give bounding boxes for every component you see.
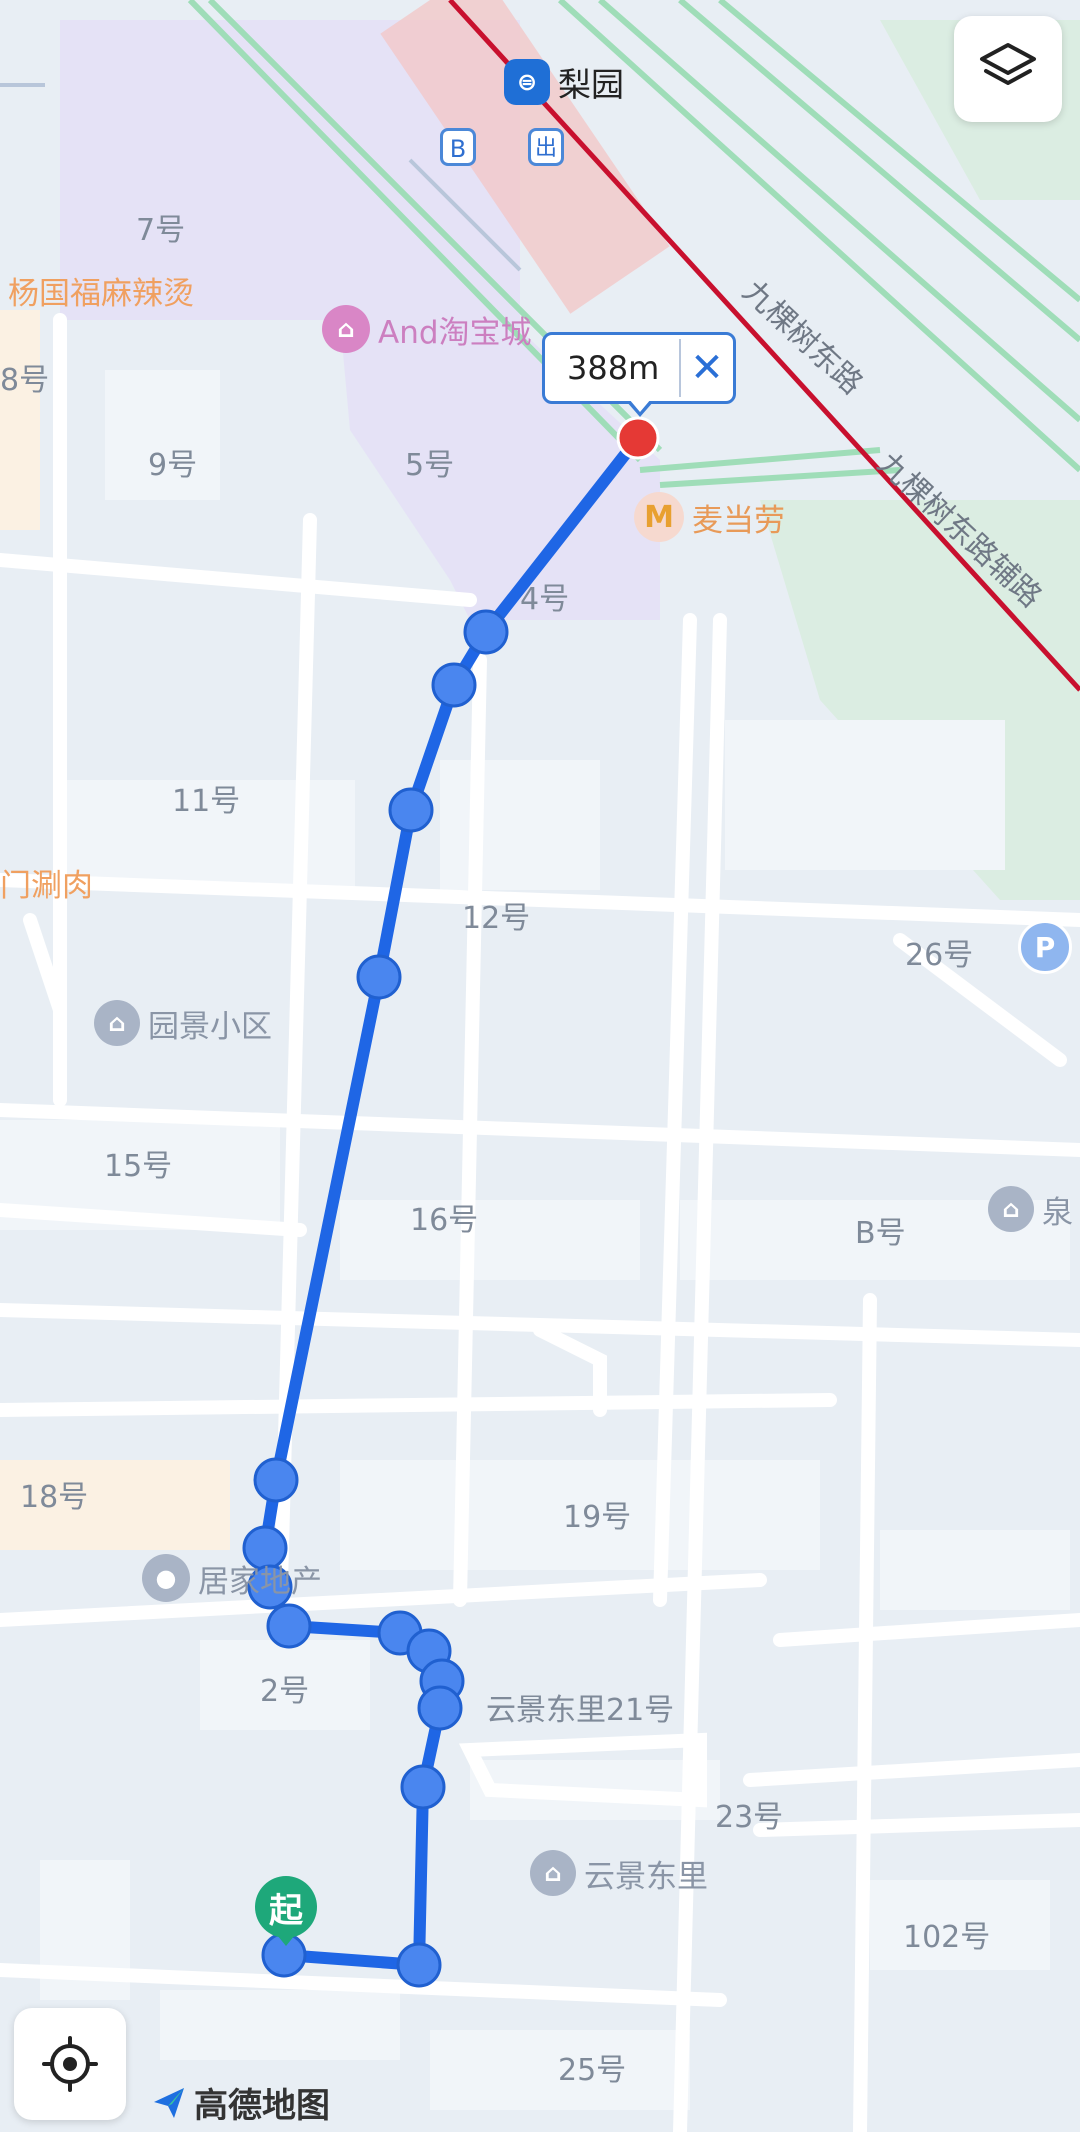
label-12: 12号 xyxy=(462,901,531,936)
label-19: 19号 xyxy=(563,1500,632,1535)
route-waypoint[interactable] xyxy=(266,1603,312,1649)
label-8: 8号 xyxy=(0,363,50,398)
route-waypoint[interactable] xyxy=(417,1685,463,1731)
label-25: 25号 xyxy=(558,2053,627,2088)
shopping-bag-icon: ⌂ xyxy=(322,305,370,353)
label-2: 2号 xyxy=(260,1674,310,1709)
station-marker[interactable]: ⊜ 梨园 xyxy=(504,58,624,106)
label-yunjing-21: 云景东里21号 xyxy=(486,1693,675,1728)
brand-logo: 高德地图 xyxy=(150,2078,330,2127)
route-waypoint[interactable] xyxy=(253,1457,299,1503)
mcdonalds-icon: M xyxy=(634,492,684,542)
label-4: 4号 xyxy=(520,582,570,617)
poi-mcdonalds-label: 麦当劳 xyxy=(692,502,785,539)
label-26: 26号 xyxy=(905,938,974,973)
label-b: B号 xyxy=(855,1216,906,1251)
poi-taobao-label: And淘宝城 xyxy=(378,314,532,351)
label-11: 11号 xyxy=(172,784,241,819)
subway-icon: ⊜ xyxy=(504,59,550,105)
poi-quan-label: 泉 xyxy=(1042,1194,1073,1231)
residential-icon: ⌂ xyxy=(94,1000,140,1046)
poi-mcdonalds[interactable]: M 麦当劳 xyxy=(634,492,785,542)
distance-bubble-tail-inner xyxy=(629,399,651,412)
amap-logo-icon xyxy=(154,2087,184,2118)
station-name: 梨园 xyxy=(558,65,624,104)
locate-icon xyxy=(42,2036,98,2092)
poi-yunjing[interactable]: ⌂ 云景东里 xyxy=(530,1850,708,1896)
poi-yuanjing-label: 园景小区 xyxy=(148,1008,272,1045)
brand-name: 高德地图 xyxy=(194,2086,330,2126)
route-waypoint[interactable] xyxy=(431,662,477,708)
distance-bubble: 388m ✕ xyxy=(542,332,736,404)
poi-taobao[interactable]: ⌂ And淘宝城 xyxy=(322,305,532,353)
close-icon[interactable]: ✕ xyxy=(681,338,733,398)
layers-icon xyxy=(980,43,1036,85)
label-102: 102号 xyxy=(903,1920,991,1955)
locate-button[interactable] xyxy=(14,2008,126,2120)
poi-jujia-label: 居家地产 xyxy=(198,1563,322,1600)
residential-icon: ⌂ xyxy=(530,1850,576,1896)
layers-button[interactable] xyxy=(954,16,1062,122)
poi-quan[interactable]: ⌂ 泉 xyxy=(988,1186,1073,1232)
label-18: 18号 xyxy=(20,1480,89,1515)
poi-shuanrou[interactable]: 门涮肉 xyxy=(0,860,93,905)
route-waypoint[interactable] xyxy=(396,1942,442,1988)
map-canvas[interactable] xyxy=(0,0,1080,2132)
poi-malatang[interactable]: 杨国福麻辣烫 xyxy=(8,268,194,313)
parking-icon[interactable]: P xyxy=(1018,920,1072,974)
distance-value: 388m xyxy=(567,349,660,387)
poi-yuanjing[interactable]: ⌂ 园景小区 xyxy=(94,1000,272,1046)
label-16: 16号 xyxy=(410,1203,479,1238)
route-waypoint[interactable] xyxy=(400,1764,446,1810)
route-waypoint[interactable] xyxy=(463,609,509,655)
label-23: 23号 xyxy=(715,1800,784,1835)
agency-icon: ● xyxy=(142,1554,190,1602)
route-waypoint[interactable] xyxy=(388,787,434,833)
start-marker-tail xyxy=(273,1930,299,1946)
poi-yunjing-label: 云景东里 xyxy=(584,1858,708,1895)
start-marker[interactable]: 起 xyxy=(255,1876,317,1938)
label-15: 15号 xyxy=(104,1149,173,1184)
label-7: 7号 xyxy=(136,213,186,248)
poi-jujia[interactable]: ● 居家地产 xyxy=(142,1554,322,1602)
exit-out-badge: 出 xyxy=(528,128,564,166)
label-9: 9号 xyxy=(148,448,198,483)
residential-icon: ⌂ xyxy=(988,1186,1034,1232)
exit-b-badge: B xyxy=(440,128,476,166)
route-waypoint[interactable] xyxy=(356,954,402,1000)
label-5: 5号 xyxy=(405,448,455,483)
route-end-marker[interactable] xyxy=(616,416,660,460)
